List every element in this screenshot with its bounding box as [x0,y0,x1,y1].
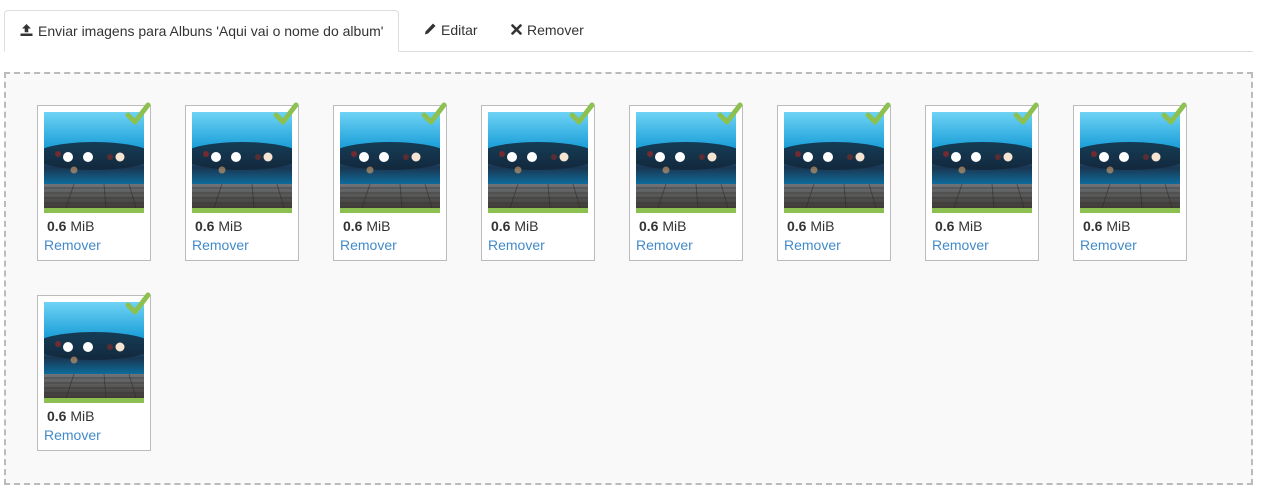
file-size-value: 0.6 [1083,218,1103,234]
file-size-unit: MiB [958,218,983,234]
upload-thumbnail: 0.6 MiB Remover [333,102,447,261]
image-preview [1080,112,1180,213]
upload-thumbnail: 0.6 MiB Remover [37,292,151,451]
file-size-value: 0.6 [639,218,659,234]
file-size-unit: MiB [70,408,95,424]
image-preview [44,112,144,213]
image-preview [636,112,736,213]
file-size-unit: MiB [810,218,835,234]
tab-upload-label: Enviar imagens para Albuns 'Aqui vai o n… [38,23,384,39]
file-size-value: 0.6 [935,218,955,234]
tab-bar: Enviar imagens para Albuns 'Aqui vai o n… [4,10,1253,52]
image-preview [192,112,292,213]
tab-edit[interactable]: Editar [409,10,493,50]
file-size: 0.6 MiB [491,218,538,234]
file-size-value: 0.6 [47,218,67,234]
file-size-unit: MiB [662,218,687,234]
remove-file-link[interactable]: Remover [636,237,693,253]
image-preview [932,112,1032,213]
checkmark-icon [273,102,299,126]
image-preview [340,112,440,213]
file-size-value: 0.6 [491,218,511,234]
file-size-unit: MiB [70,218,95,234]
upload-progress-bar [636,208,736,213]
upload-thumbnail: 0.6 MiB Remover [1073,102,1187,261]
remove-file-link[interactable]: Remover [932,237,989,253]
file-size: 0.6 MiB [787,218,834,234]
tab-remove-label: Remover [527,22,584,38]
upload-icon [20,12,33,52]
file-size-unit: MiB [514,218,539,234]
file-size-value: 0.6 [195,218,215,234]
remove-file-link[interactable]: Remover [44,427,101,443]
checkmark-icon [865,102,891,126]
checkmark-icon [421,102,447,126]
upload-progress-bar [932,208,1032,213]
checkmark-icon [125,292,151,316]
upload-thumbnail: 0.6 MiB Remover [629,102,743,261]
close-icon [511,11,522,51]
tab-remove[interactable]: Remover [496,10,599,50]
upload-progress-bar [192,208,292,213]
checkmark-icon [717,102,743,126]
file-size-unit: MiB [1106,218,1131,234]
remove-file-link[interactable]: Remover [784,237,841,253]
checkmark-icon [1161,102,1187,126]
file-size-value: 0.6 [47,408,67,424]
pencil-icon [424,11,436,51]
tab-edit-label: Editar [441,22,478,38]
file-size: 0.6 MiB [935,218,982,234]
upload-progress-bar [784,208,884,213]
remove-file-link[interactable]: Remover [44,237,101,253]
file-size-unit: MiB [366,218,391,234]
file-size: 0.6 MiB [639,218,686,234]
remove-file-link[interactable]: Remover [192,237,249,253]
upload-progress-bar [44,398,144,403]
upload-thumbnail: 0.6 MiB Remover [925,102,1039,261]
upload-progress-bar [488,208,588,213]
remove-file-link[interactable]: Remover [1080,237,1137,253]
upload-thumbnail: 0.6 MiB Remover [481,102,595,261]
upload-thumbnail: 0.6 MiB Remover [185,102,299,261]
file-size-unit: MiB [218,218,243,234]
file-size: 0.6 MiB [195,218,242,234]
remove-file-link[interactable]: Remover [488,237,545,253]
file-size-value: 0.6 [343,218,363,234]
file-size: 0.6 MiB [47,218,94,234]
file-size-value: 0.6 [787,218,807,234]
image-preview [44,302,144,403]
tab-upload-images[interactable]: Enviar imagens para Albuns 'Aqui vai o n… [4,10,400,52]
upload-progress-bar [1080,208,1180,213]
upload-progress-bar [44,208,144,213]
file-size: 0.6 MiB [343,218,390,234]
upload-thumbnail: 0.6 MiB Remover [777,102,891,261]
checkmark-icon [569,102,595,126]
upload-progress-bar [340,208,440,213]
checkmark-icon [125,102,151,126]
image-preview [784,112,884,213]
image-preview [488,112,588,213]
file-size: 0.6 MiB [47,408,94,424]
file-size: 0.6 MiB [1083,218,1130,234]
dropzone[interactable]: 0.6 MiB Remover 0.6 MiB Remover 0.6 MiB Remov… [4,72,1253,485]
upload-thumbnail: 0.6 MiB Remover [37,102,151,261]
remove-file-link[interactable]: Remover [340,237,397,253]
checkmark-icon [1013,102,1039,126]
